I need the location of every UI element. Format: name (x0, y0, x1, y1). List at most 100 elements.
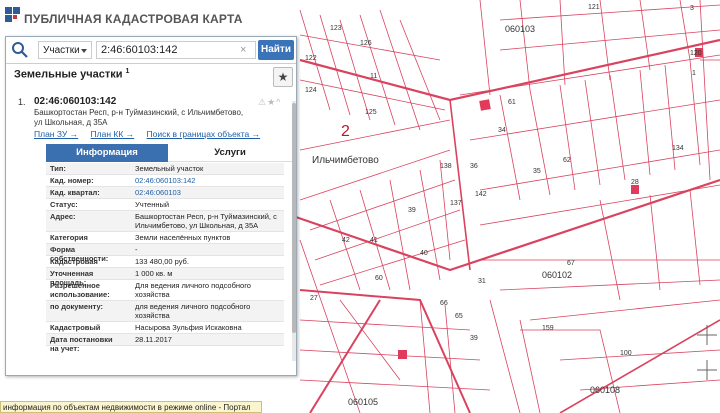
attr-value: Насырова Зульфия Искаковна (135, 323, 242, 332)
table-row: Дата постановки на учет: 28.11.2017 (46, 334, 284, 353)
map-label: 137 (450, 200, 462, 207)
map-label: 67 (567, 260, 575, 267)
results-heading: Земельные участки 1 (14, 68, 129, 81)
attr-value: Учтенный (135, 200, 170, 209)
map-label: 125 (365, 109, 377, 116)
plan-zu-link[interactable]: План ЗУ → (34, 129, 78, 139)
map-label: 11 (370, 73, 377, 80)
app-header: ПУБЛИЧНАЯ КАДАСТРОВАЯ КАРТА (0, 0, 242, 36)
attr-key: Дата постановки на учет: (50, 335, 113, 353)
district-number: 2 (341, 123, 350, 140)
map-label: 134 (672, 145, 684, 152)
attr-key: Разрешенное использование: (50, 281, 110, 299)
attr-key: Кад. номер: (50, 176, 94, 185)
result-actions-icon[interactable]: ⚠★^ (258, 97, 281, 108)
table-row: Кад. квартал: 02:46:060103 (46, 187, 284, 199)
map-label: 121 (588, 4, 600, 11)
map-label: 126 (360, 40, 372, 47)
search-in-bounds-link[interactable]: Поиск в границах объекта → (147, 129, 261, 139)
attributes-table: Тип: Земельный участок Кад. номер: 02:46:0… (46, 163, 284, 353)
cadastral-logo-icon (5, 7, 20, 22)
map-label: 34 (498, 127, 506, 134)
attr-value: - (135, 245, 138, 254)
tab-services[interactable]: Услуги (168, 144, 292, 162)
attr-value: 28.11.2017 (135, 335, 172, 344)
result-index: 1. (18, 97, 26, 107)
map-label: 123 (330, 25, 342, 32)
search-bar: Участки × Найти (6, 37, 296, 64)
quarter-label: 060105 (348, 397, 378, 407)
attr-key: по документу: (50, 302, 104, 311)
table-row: Разрешенное использование: Для ведения ли… (46, 280, 284, 301)
map-label: 60 (375, 275, 383, 282)
attr-key: Кад. квартал: (50, 188, 100, 197)
search-icon[interactable] (6, 37, 34, 63)
map-label: 159 (542, 325, 554, 332)
chevron-down-icon (81, 49, 87, 53)
map-label: 100 (620, 350, 632, 357)
table-row: Кадастровый инженер:Насырова Зульфия Иск… (46, 322, 284, 341)
table-row: Кад. номер: 02:46:060103:142 (46, 175, 284, 187)
map-label: 42 (342, 237, 350, 244)
quarter-label: 060108 (590, 385, 620, 395)
map-label: 138 (440, 163, 452, 170)
attr-value: Земли населённых пунктов (135, 233, 231, 242)
map-label: 3 (690, 5, 694, 12)
attr-value-link[interactable]: 02:46:060103 (135, 187, 284, 198)
attr-value: Башкортостан Респ, р-н Туймазинский, с И… (135, 212, 277, 230)
attr-value: для ведения личного подсобного хозяйства (135, 302, 251, 320)
info-tabs: Информация Услуги (46, 144, 292, 162)
map-label: 40 (420, 250, 428, 257)
map-label: 66 (440, 300, 448, 307)
quarter-label: 060102 (542, 270, 572, 280)
object-type-label: Участки (43, 45, 80, 56)
result-address: Башкортостан Респ, р-н Туймазинский, с И… (34, 108, 244, 127)
results-count: 1 (125, 68, 130, 75)
map-label: 120 (690, 50, 702, 57)
map-label: 36 (470, 163, 478, 170)
map-label: 61 (508, 99, 516, 106)
results-title: Земельные участки (14, 68, 123, 81)
plan-kk-link[interactable]: План КК → (91, 129, 135, 139)
attr-value: Для ведения личного подсобного хозяйства (135, 281, 251, 299)
object-type-select[interactable]: Участки (38, 41, 92, 59)
clear-icon[interactable]: × (240, 41, 246, 59)
map-label: 122 (305, 55, 317, 62)
quarter-label: 060103 (505, 24, 535, 34)
table-row: Уточненная площадь: 1 000 кв. м (46, 268, 284, 287)
attr-key: Адрес: (50, 212, 76, 221)
map-label: 39 (408, 207, 416, 214)
attr-value: Земельный участок (135, 164, 204, 173)
search-input[interactable] (96, 41, 256, 59)
scrollbar-thumb[interactable] (292, 103, 296, 333)
attr-value-link[interactable]: 02:46:060103:142 (135, 175, 284, 186)
map-label: 28 (631, 179, 639, 186)
status-tooltip: информация по объектам недвижимости в ре… (0, 401, 262, 413)
map-label: 65 (455, 313, 463, 320)
table-row: Категория земель:Земли населённых пункто… (46, 232, 284, 251)
map-label: 35 (533, 168, 541, 175)
table-row: Статус: Учтенный (46, 199, 284, 211)
tab-information[interactable]: Информация (46, 144, 168, 162)
map-label: 142 (475, 191, 487, 198)
favorite-star-icon[interactable]: ★ (273, 67, 293, 87)
app-title: ПУБЛИЧНАЯ КАДАСТРОВАЯ КАРТА (24, 12, 243, 26)
attr-key: Тип: (50, 164, 66, 173)
attr-key: Статус: (50, 200, 78, 209)
find-button[interactable]: Найти (258, 40, 294, 60)
map-label: 62 (563, 157, 571, 164)
table-row: Форма собственности: - (46, 244, 284, 263)
village-label: Ильчимбетово (312, 154, 379, 166)
attr-value: 133 480,00 руб. (135, 257, 189, 266)
map-label: 39 (470, 335, 478, 342)
map-label: 1 (692, 70, 696, 77)
result-links: План ЗУ → План КК → Поиск в границах объ… (34, 129, 270, 139)
search-panel: Участки × Найти Земельные участки 1 ★ 1.… (5, 36, 297, 376)
table-row: Кадастровая стоимость:133 480,00 руб. (46, 256, 284, 275)
result-number[interactable]: 02:46:060103:142 (34, 96, 116, 107)
map-label: 27 (310, 295, 318, 302)
map-label: 41 (370, 237, 378, 244)
attr-value: 1 000 кв. м (135, 269, 173, 278)
map-label: 124 (305, 87, 317, 94)
table-row: по документу: для ведения личного подсобн… (46, 301, 284, 322)
